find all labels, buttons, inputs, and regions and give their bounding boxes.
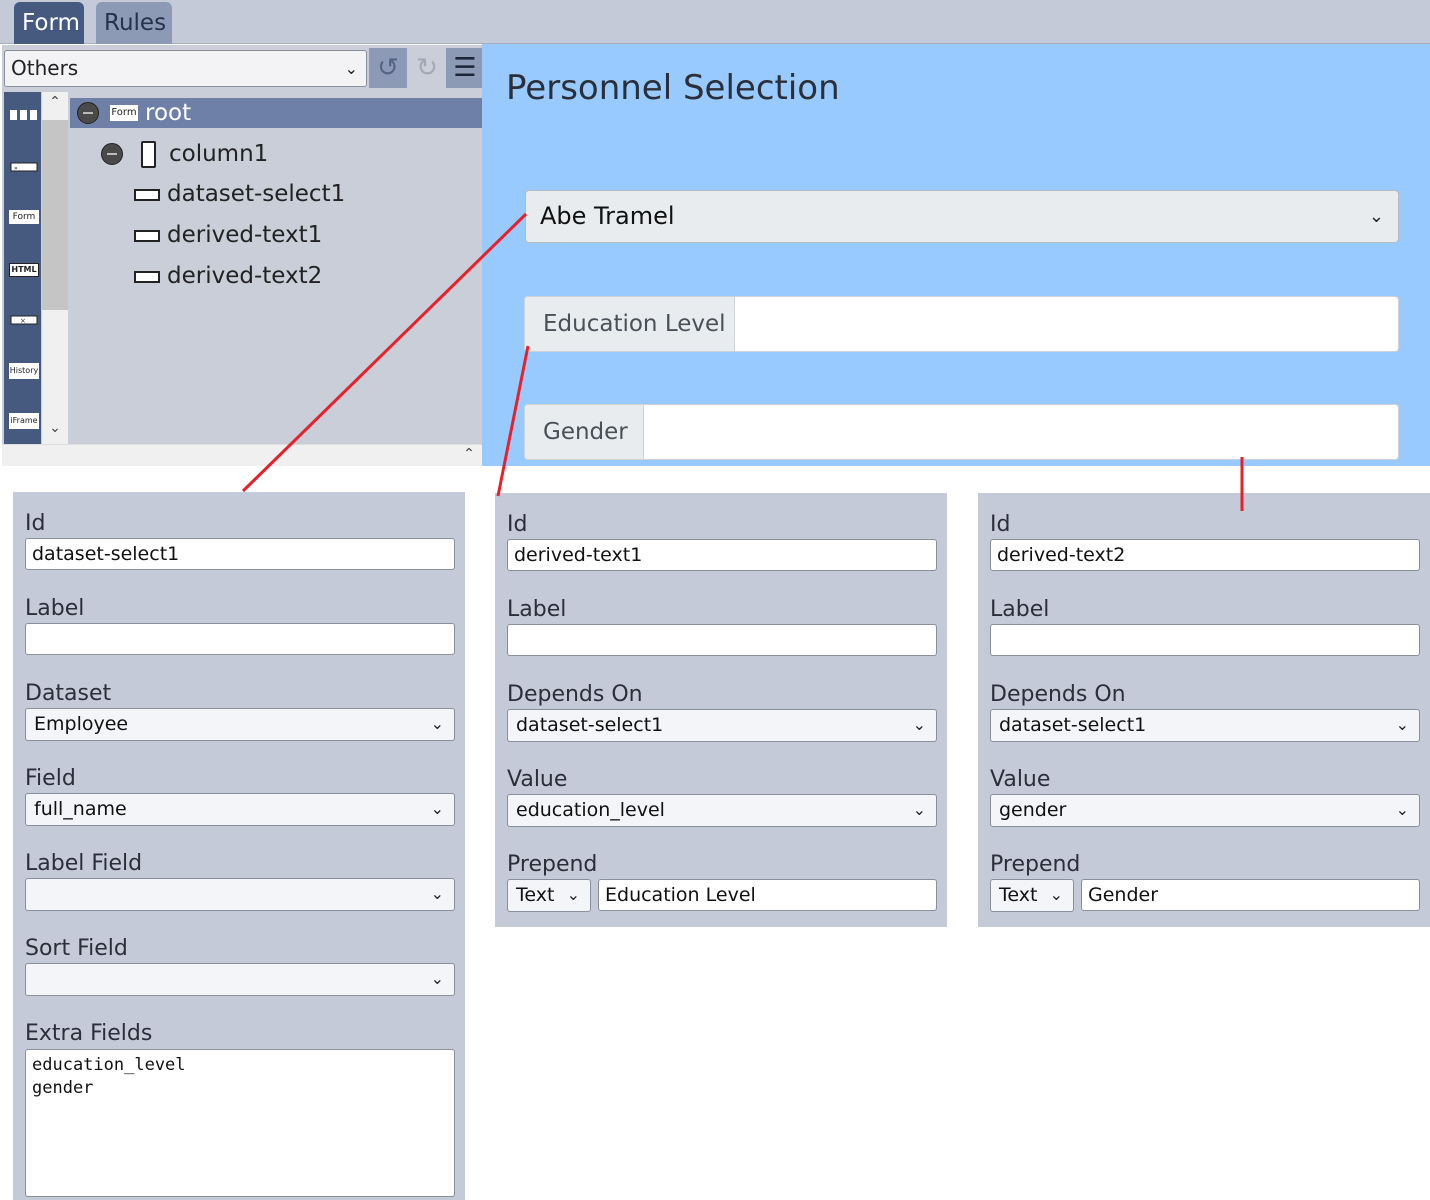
annotation-connectors [241,212,1244,511]
connector-line [241,212,528,493]
connector-line [496,345,530,497]
